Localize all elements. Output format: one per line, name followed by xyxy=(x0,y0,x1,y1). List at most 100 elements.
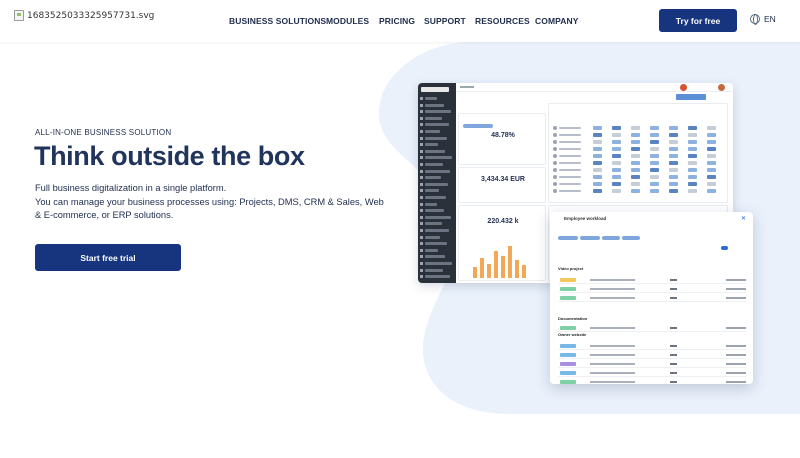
row-avatar xyxy=(553,154,557,158)
workload-row[interactable] xyxy=(558,276,746,284)
toggle-switch[interactable] xyxy=(721,246,728,250)
sidebar-icon xyxy=(420,196,423,199)
grid-cell xyxy=(612,133,621,137)
task-text xyxy=(590,363,635,365)
grid-cell xyxy=(688,189,697,193)
grid-cell xyxy=(650,189,659,193)
grid-cell xyxy=(650,140,659,144)
grid-cell xyxy=(593,189,602,193)
row-label xyxy=(559,169,581,171)
kpi-value: 3,434.34 EUR xyxy=(481,176,525,183)
workload-row[interactable] xyxy=(558,294,746,302)
grid-cell xyxy=(631,140,640,144)
grid-cell xyxy=(688,133,697,137)
nav-pricing[interactable]: PRICING xyxy=(379,16,415,26)
close-icon[interactable]: ✕ xyxy=(741,215,746,222)
try-for-free-button[interactable]: Try for free xyxy=(659,9,737,32)
grid-cell xyxy=(707,133,716,137)
chart-bar xyxy=(480,258,484,278)
nav-company[interactable]: COMPANY xyxy=(535,16,579,26)
sidebar-icon xyxy=(420,97,423,100)
status-badge xyxy=(560,362,576,366)
row-label xyxy=(559,190,581,192)
logo-alt-text: 1683525033325957731.svg xyxy=(27,10,155,21)
progress-value xyxy=(670,372,677,374)
sidebar-icon xyxy=(420,235,423,239)
logged-time-card xyxy=(548,103,728,203)
progress-value xyxy=(670,288,677,290)
workload-row[interactable] xyxy=(558,360,746,368)
sidebar-icon xyxy=(420,202,423,206)
grid-cell xyxy=(650,154,659,158)
row-label xyxy=(559,162,581,164)
sidebar-item xyxy=(425,103,444,107)
sidebar-item xyxy=(425,262,452,265)
language-selector[interactable]: EN xyxy=(750,14,776,25)
workload-row[interactable] xyxy=(558,378,746,384)
add-button xyxy=(676,94,706,100)
hero-description: You can manage your business processes u… xyxy=(35,197,384,220)
progress-value xyxy=(670,363,677,365)
task-text xyxy=(590,381,635,383)
sidebar-icon xyxy=(420,143,423,147)
logo[interactable]: 1683525033325957731.svg xyxy=(14,10,154,21)
kpi-card: 220.432 k xyxy=(458,205,546,281)
workload-row[interactable] xyxy=(558,285,746,293)
date-value xyxy=(726,345,746,347)
grid-cell xyxy=(707,161,716,165)
sidebar-icon xyxy=(420,176,423,180)
grid-cell xyxy=(707,154,716,158)
sidebar-item xyxy=(425,229,449,232)
grid-cell xyxy=(688,140,697,144)
sidebar-item xyxy=(425,176,441,180)
sidebar-icon xyxy=(420,215,423,219)
language-label: EN xyxy=(764,14,776,24)
globe-icon xyxy=(750,14,760,25)
hero-subtitle: Full business digitalization in a single… xyxy=(35,183,227,193)
workload-row[interactable] xyxy=(558,369,746,377)
row-avatar xyxy=(553,175,557,179)
row-avatar xyxy=(553,182,557,186)
dashboard-sidebar xyxy=(418,83,456,283)
row-avatar xyxy=(553,140,557,144)
chart-bar xyxy=(522,265,526,278)
grid-cell xyxy=(593,175,602,179)
nav-resources[interactable]: RESOURCES xyxy=(475,16,530,26)
grid-cell xyxy=(631,154,640,158)
sidebar-item xyxy=(425,116,442,120)
grid-cell xyxy=(688,154,697,158)
section-title: Video project xyxy=(558,266,584,271)
progress-value xyxy=(670,345,677,347)
progress-value xyxy=(670,381,677,383)
grid-cell xyxy=(688,168,697,172)
grid-cell xyxy=(593,168,602,172)
sidebar-item xyxy=(425,156,452,160)
sidebar-item xyxy=(425,235,440,239)
sidebar-icon xyxy=(420,169,423,173)
grid-cell xyxy=(650,147,659,151)
status-badge xyxy=(560,296,576,300)
grid-cell xyxy=(593,161,602,165)
row-avatar xyxy=(553,161,557,165)
row-label xyxy=(559,183,581,185)
workload-row[interactable] xyxy=(558,351,746,359)
grid-cell xyxy=(650,161,659,165)
nav-modules[interactable]: MODULES xyxy=(326,16,369,26)
status-badge xyxy=(560,353,576,357)
sidebar-item xyxy=(425,202,437,206)
task-text xyxy=(590,354,635,356)
start-free-trial-button[interactable]: Start free trial xyxy=(35,244,181,271)
grid-cell xyxy=(669,140,678,144)
section-title: Owner website xyxy=(558,332,587,337)
nav-business-solutions[interactable]: BUSINESS SOLUTIONS xyxy=(229,16,326,26)
grid-cell xyxy=(669,147,678,151)
grid-cell xyxy=(631,147,640,151)
nav-support[interactable]: SUPPORT xyxy=(424,16,466,26)
workload-row[interactable] xyxy=(558,324,746,332)
sidebar-item xyxy=(425,242,447,246)
grid-cell xyxy=(707,168,716,172)
row-label xyxy=(559,141,581,143)
sidebar-item xyxy=(425,222,442,226)
workload-row[interactable] xyxy=(558,342,746,350)
sidebar-icon xyxy=(420,255,423,259)
